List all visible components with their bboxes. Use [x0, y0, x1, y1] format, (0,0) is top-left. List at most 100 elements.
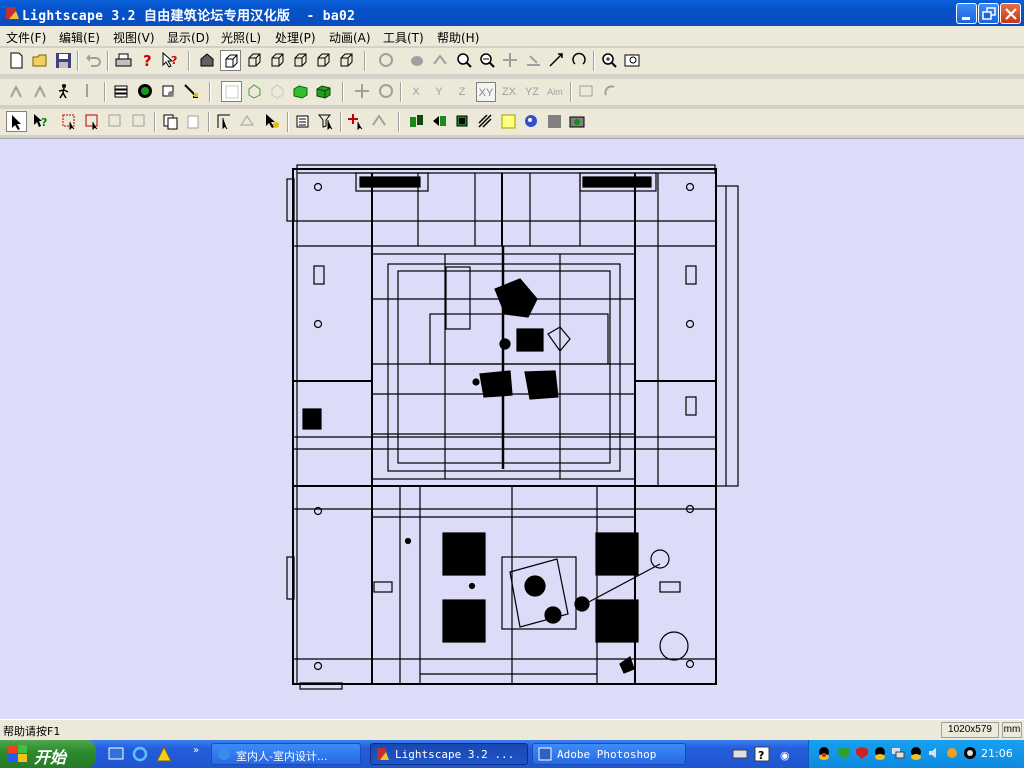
light-fixture-icon[interactable] [77, 81, 98, 102]
axis-y-button[interactable]: Y [429, 82, 449, 102]
select-crossing-icon[interactable] [82, 111, 103, 132]
mesh-3-icon[interactable] [452, 111, 473, 132]
warning-quicklaunch-icon[interactable] [156, 746, 172, 762]
menu-animation[interactable]: 动画(A) [329, 29, 371, 46]
layer-select-icon[interactable] [293, 111, 314, 132]
undo-icon[interactable] [83, 50, 104, 71]
mesh-1-icon[interactable] [406, 111, 427, 132]
start-button[interactable]: 开始 [0, 740, 96, 768]
display-solid-icon[interactable] [290, 81, 311, 102]
context-help-icon[interactable]: ? [160, 50, 181, 71]
menu-lighting[interactable]: 光照(L) [221, 29, 261, 46]
paste-icon[interactable] [183, 111, 204, 132]
add-point-icon[interactable] [345, 111, 366, 132]
display-shaded-icon[interactable] [313, 81, 334, 102]
ie-quicklaunch-icon[interactable] [132, 746, 148, 762]
drawing-viewport[interactable] [0, 138, 1024, 719]
query-icon[interactable]: ? [30, 111, 51, 132]
lightscape-app-icon[interactable] [4, 5, 20, 21]
print-icon[interactable] [113, 50, 134, 71]
axis-x-button[interactable]: X [406, 82, 426, 102]
axis-zx-button[interactable]: ZX [499, 82, 519, 102]
title-bar[interactable]: Lightscape 3.2 自由建筑论坛专用汉化版 - ba02 [0, 0, 1024, 26]
media-tray-icon[interactable] [963, 746, 977, 760]
close-button[interactable] [1000, 3, 1021, 24]
zoom-extents-icon[interactable] [599, 50, 620, 71]
render-grid-icon[interactable] [544, 111, 565, 132]
open-folder-icon[interactable] [30, 50, 51, 71]
axis-yz-button[interactable]: YZ [522, 82, 542, 102]
menu-view[interactable]: 视图(V) [113, 29, 155, 46]
qq-tray-icon-3[interactable] [909, 746, 923, 760]
redo-view-icon[interactable] [600, 81, 621, 102]
display-hidden-icon[interactable] [267, 81, 288, 102]
globe-icon[interactable] [135, 81, 156, 102]
copy-icon[interactable] [160, 111, 181, 132]
shield-tray-icon[interactable] [837, 746, 851, 760]
light-tool-2-icon[interactable] [30, 81, 51, 102]
network-tray-icon[interactable] [891, 746, 905, 760]
menu-file[interactable]: 文件(F) [6, 29, 46, 46]
view-home-icon[interactable] [197, 50, 218, 71]
cube-view-3-icon[interactable] [267, 50, 288, 71]
zoom-window-icon[interactable] [477, 50, 498, 71]
task-button-interior[interactable]: 室内人-室内设计... [211, 743, 361, 765]
block-select-icon[interactable] [214, 111, 235, 132]
walk-camera-icon[interactable] [546, 50, 567, 71]
render-globe-icon[interactable] [521, 111, 542, 132]
antivirus-tray-icon[interactable] [855, 746, 869, 760]
zoom-all-icon[interactable] [622, 50, 643, 71]
sound-tray-icon[interactable] [927, 746, 941, 760]
block-disabled-icon[interactable] [237, 111, 258, 132]
task-button-lightscape[interactable]: Lightscape 3.2 ... [370, 743, 528, 765]
cube-view-4-icon[interactable] [290, 50, 311, 71]
cube-view-1-icon[interactable] [220, 50, 241, 71]
save-icon[interactable] [53, 50, 74, 71]
new-file-icon[interactable] [6, 50, 27, 71]
rotate-icon[interactable] [569, 50, 590, 71]
audio-tray-icon[interactable] [945, 746, 959, 760]
help-question-icon[interactable]: ? [137, 50, 158, 71]
filter-select-icon[interactable] [316, 111, 337, 132]
elevate-icon[interactable] [523, 50, 544, 71]
qq-tray-icon-2[interactable] [873, 746, 887, 760]
select-arrow-icon[interactable] [6, 111, 27, 132]
select-disabled-1-icon[interactable] [105, 111, 126, 132]
help-tray-icon[interactable]: ? [754, 746, 770, 762]
pan-hand-icon[interactable] [406, 50, 427, 71]
restore-button[interactable] [978, 3, 999, 24]
paint-icon[interactable] [181, 81, 202, 102]
cube-view-5-icon[interactable] [313, 50, 334, 71]
walk-person-icon[interactable] [53, 81, 74, 102]
dolly-icon[interactable] [430, 50, 451, 71]
mesh-4-icon[interactable] [475, 111, 496, 132]
menu-edit[interactable]: 编辑(E) [59, 29, 100, 46]
yellow-square-icon[interactable] [498, 111, 519, 132]
ime-tray-icon[interactable]: ◉ [778, 746, 794, 762]
select-window-icon[interactable] [59, 111, 80, 132]
move-axis-icon[interactable] [352, 81, 373, 102]
light-select-icon[interactable] [261, 111, 282, 132]
keyboard-tray-icon[interactable] [732, 746, 748, 762]
layers-icon[interactable] [111, 81, 132, 102]
menu-tools[interactable]: 工具(T) [383, 29, 424, 46]
display-wire-icon[interactable] [221, 81, 242, 102]
display-outline-icon[interactable] [244, 81, 265, 102]
render-output-icon[interactable] [567, 111, 588, 132]
axis-z-button[interactable]: Z [452, 82, 472, 102]
material-icon[interactable] [158, 81, 179, 102]
zoom-in-icon[interactable] [454, 50, 475, 71]
chevron-more-icon[interactable]: » [193, 745, 199, 756]
orbit-icon[interactable] [376, 50, 397, 71]
undo-view-icon[interactable] [576, 81, 597, 102]
menu-help[interactable]: 帮助(H) [437, 29, 479, 46]
menu-display[interactable]: 显示(D) [167, 29, 210, 46]
mesh-2-icon[interactable] [429, 111, 450, 132]
menu-process[interactable]: 处理(P) [275, 29, 316, 46]
task-button-photoshop[interactable]: Adobe Photoshop [532, 743, 686, 765]
desktop-quicklaunch-icon[interactable] [108, 746, 124, 762]
axis-xy-button[interactable]: XY [476, 82, 496, 102]
light-tool-1-icon[interactable] [6, 81, 27, 102]
minimize-button[interactable] [956, 3, 977, 24]
rotate-axis-icon[interactable] [376, 81, 397, 102]
